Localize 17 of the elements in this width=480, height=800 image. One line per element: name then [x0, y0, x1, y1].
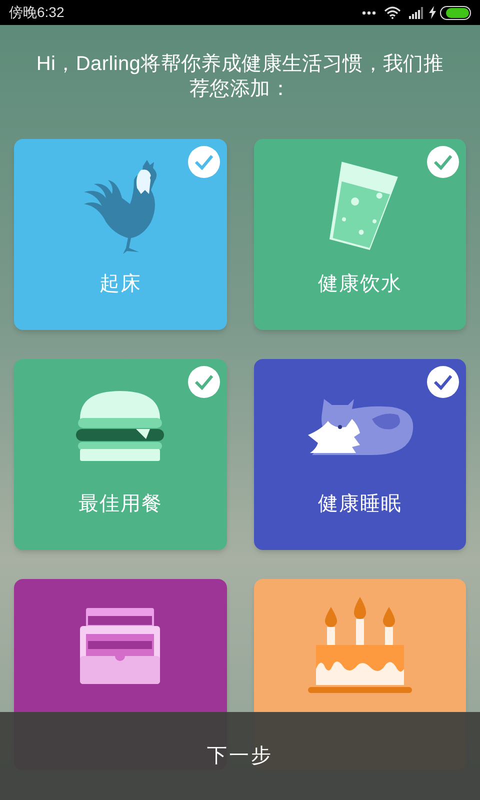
habit-label: 起床 — [99, 272, 142, 297]
habit-label: 最佳用餐 — [78, 492, 162, 517]
more-icon — [362, 10, 376, 14]
wifi-icon — [384, 6, 401, 19]
greeting-text: Hi，Darling将帮你养成健康生活习惯，我们推荐您添加： — [35, 52, 445, 102]
burger-icon — [76, 389, 164, 463]
clock: 傍晚6:32 — [9, 3, 64, 22]
habit-card[interactable]: 健康饮水 — [254, 139, 466, 330]
next-step-button[interactable]: 下一步 — [0, 712, 480, 800]
habit-label: 健康睡眠 — [318, 492, 402, 517]
cake-icon — [308, 597, 412, 695]
signal-icon — [409, 6, 423, 18]
habit-label: 健康饮水 — [318, 272, 402, 297]
habit-card[interactable]: 健康睡眠 — [254, 359, 466, 550]
habit-card[interactable]: 最佳用餐 — [14, 359, 226, 550]
drawer-icon — [80, 608, 160, 684]
habit-card[interactable]: 起床 — [14, 139, 226, 330]
